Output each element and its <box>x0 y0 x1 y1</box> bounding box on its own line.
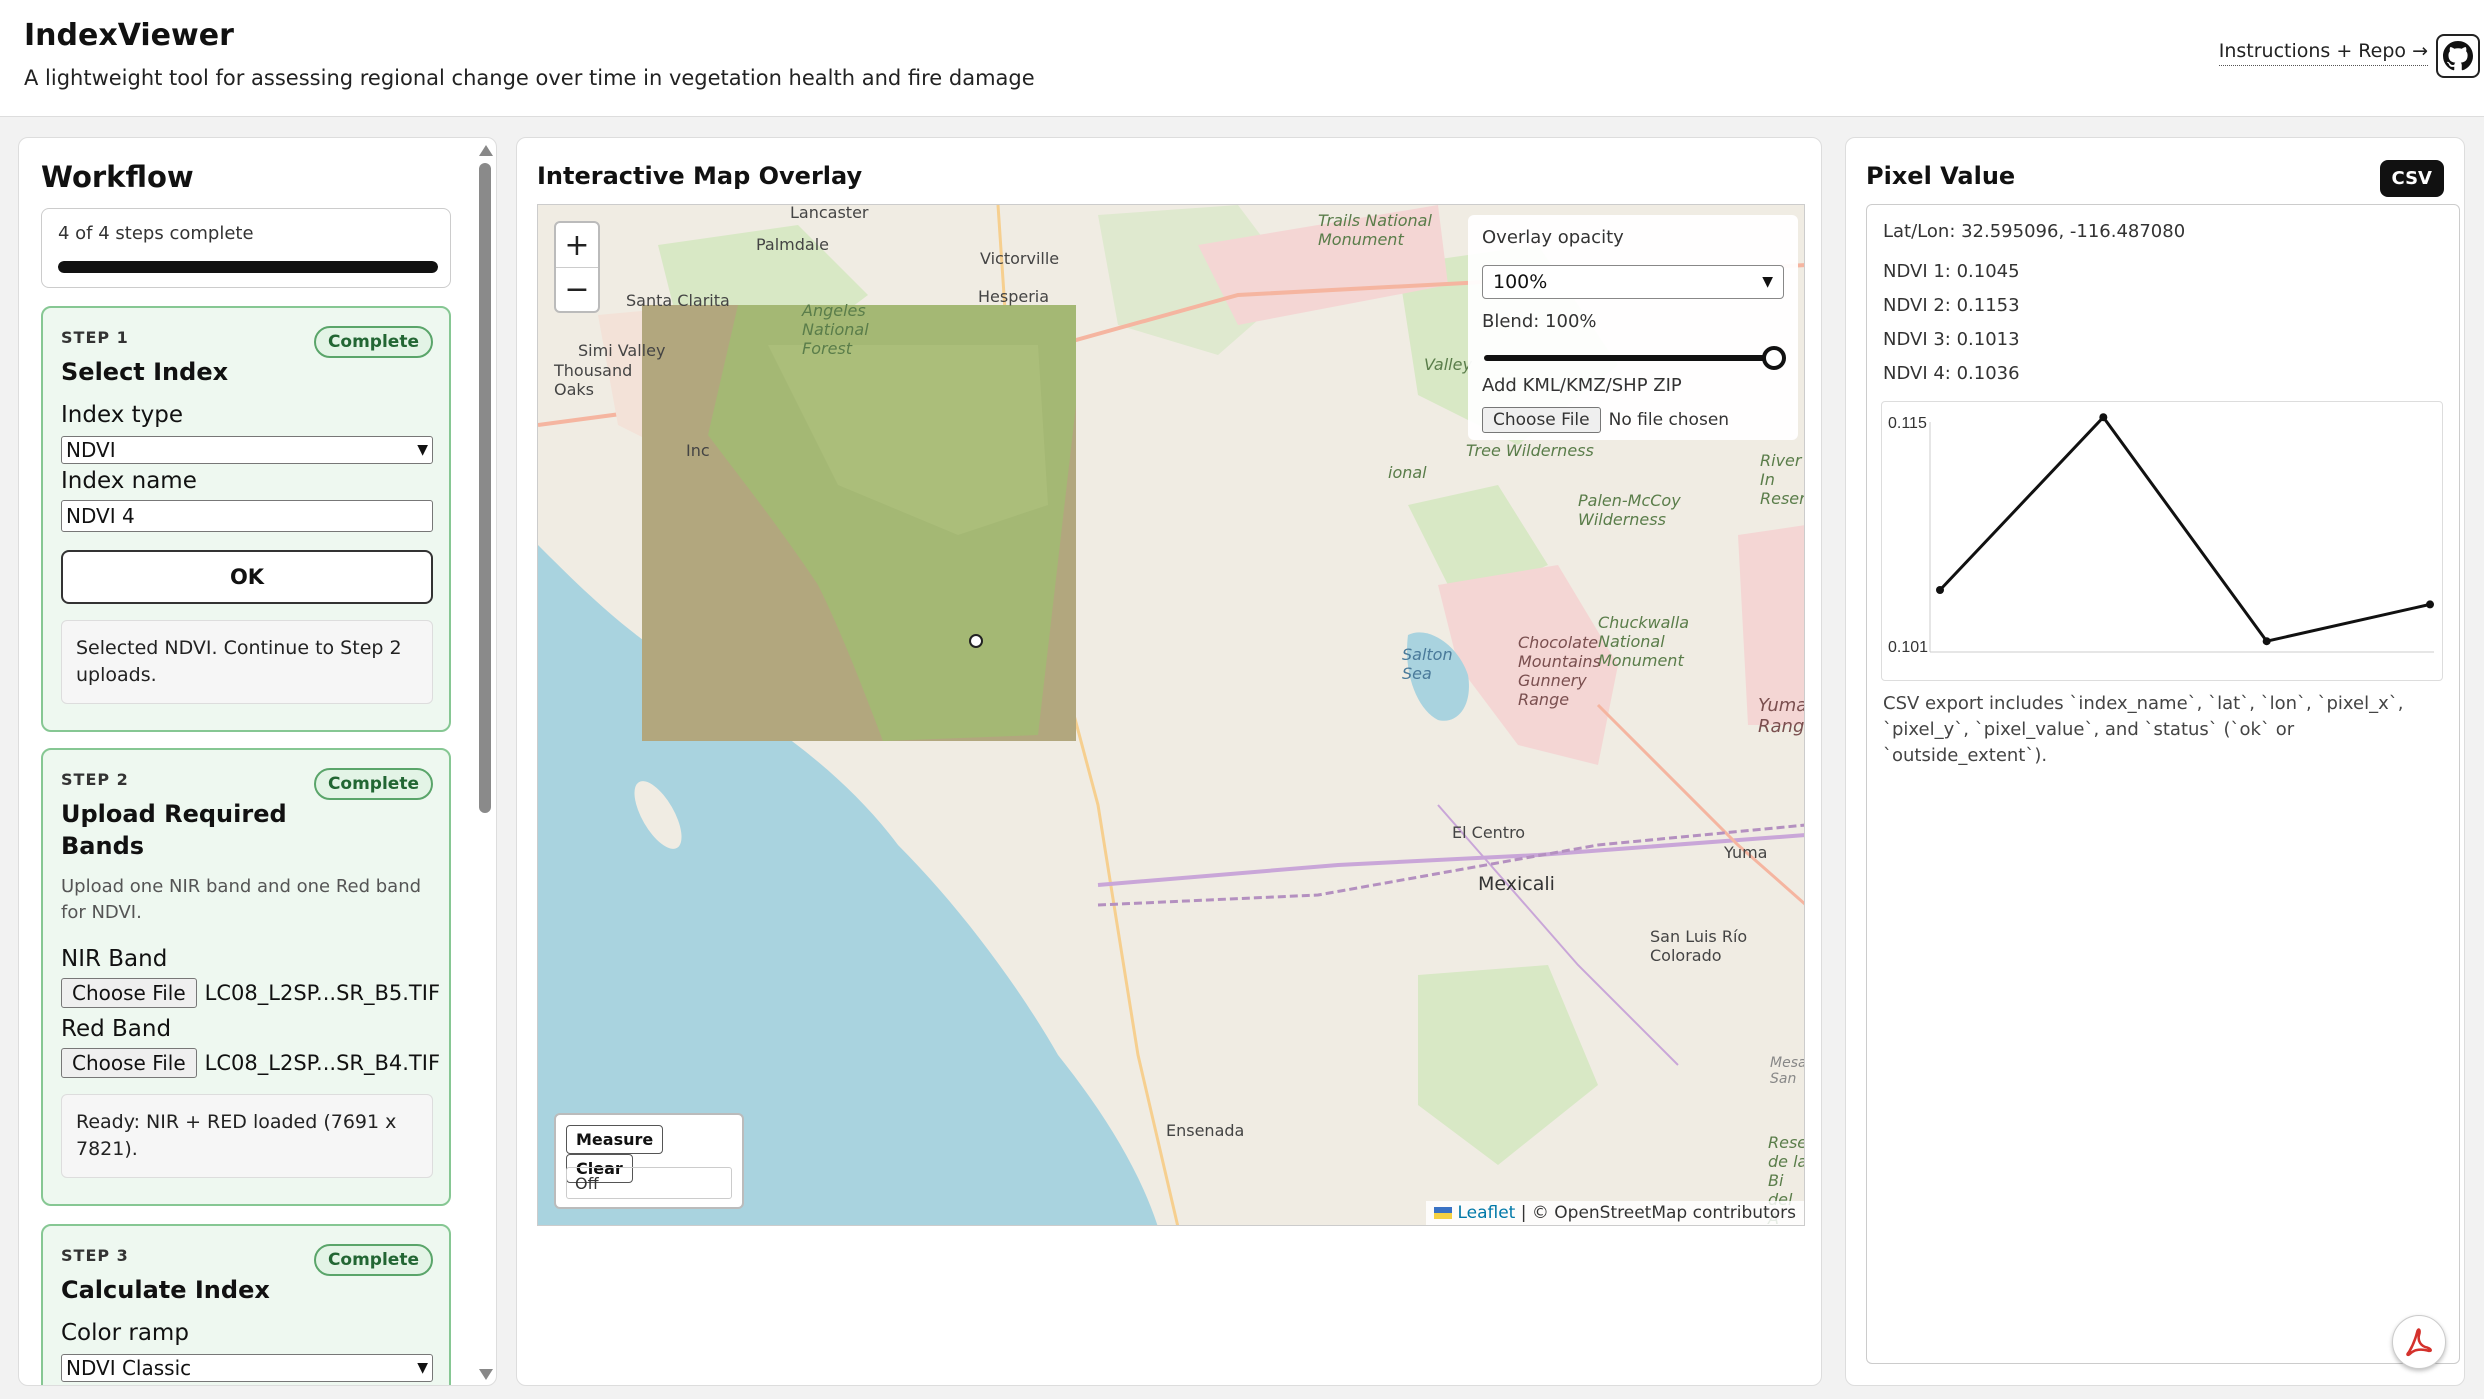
overlay-opacity-value: 100% <box>1493 271 1548 293</box>
ndvi-value: NDVI 1: 0.1045 <box>1883 261 2020 282</box>
color-ramp-select[interactable]: NDVI Classic ▼ <box>61 1354 433 1382</box>
zoom-out-button[interactable]: − <box>556 267 598 311</box>
red-choose-file-button[interactable]: Choose File <box>61 1048 197 1078</box>
progress-text: 4 of 4 steps complete <box>58 223 254 244</box>
color-ramp-label: Color ramp <box>61 1320 189 1346</box>
zoom-controls: + − <box>554 221 600 313</box>
status-badge: Complete <box>313 1244 433 1276</box>
instructions-repo-link[interactable]: Instructions + Repo → <box>2218 40 2428 66</box>
map-view[interactable]: Lancaster Palmdale Victorville Hesperia … <box>537 204 1805 1226</box>
measure-controls: Measure Clear Off <box>554 1113 744 1209</box>
workflow-panel: Workflow 4 of 4 steps complete STEP 1 Co… <box>18 137 497 1386</box>
scroll-thumb[interactable] <box>479 163 491 813</box>
blend-label: Blend: 100% <box>1482 311 1597 332</box>
blend-slider-thumb[interactable] <box>1762 346 1786 370</box>
red-file-row: Choose File LC08_L2SP...SR_B4.TIF <box>61 1048 440 1078</box>
workflow-scrollbar[interactable] <box>474 141 496 1386</box>
ndvi-chart-svg: 0.115 0.101 <box>1888 413 2434 656</box>
color-ramp-value: NDVI Classic <box>66 1356 192 1380</box>
ndvi-chart: 0.115 0.101 <box>1881 401 2443 681</box>
overlay-opacity-label: Overlay opacity <box>1482 227 1624 248</box>
data-point <box>2262 637 2271 646</box>
ndvi-value: NDVI 3: 0.1013 <box>1883 329 2020 350</box>
index-name-label: Index name <box>61 468 197 494</box>
nir-band-label: NIR Band <box>61 946 168 972</box>
data-point <box>2426 600 2434 609</box>
series-line <box>1938 414 2431 643</box>
chevron-down-icon: ▼ <box>1762 274 1773 290</box>
nir-file-row: Choose File LC08_L2SP...SR_B5.TIF <box>61 978 440 1008</box>
progress-bar <box>58 261 438 273</box>
data-point <box>1936 586 1944 594</box>
kml-file-row: Choose File No file chosen <box>1482 407 1729 433</box>
map-title: Interactive Map Overlay <box>537 162 863 190</box>
step-2-card: STEP 2 Complete Upload Required Bands Up… <box>41 748 451 1206</box>
leaflet-link[interactable]: Leaflet <box>1457 1203 1515 1223</box>
overlay-controls: Overlay opacity 100% ▼ Blend: 100% Add K… <box>1468 215 1798 440</box>
osm-attribution: | © OpenStreetMap contributors <box>1520 1203 1796 1223</box>
scroll-down-arrow-icon[interactable] <box>479 1369 493 1380</box>
step-label: STEP 1 <box>61 328 129 347</box>
step-title: Select Index <box>61 358 229 386</box>
progress-fill <box>58 261 438 273</box>
red-file-name: LC08_L2SP...SR_B4.TIF <box>204 1051 441 1075</box>
index-type-label: Index type <box>61 402 184 428</box>
red-band-label: Red Band <box>61 1016 172 1042</box>
step-title: Calculate Index <box>61 1276 270 1304</box>
index-type-value: NDVI <box>66 438 116 462</box>
data-point <box>2099 413 2108 422</box>
zoom-in-button[interactable]: + <box>556 223 598 267</box>
ndvi-value: NDVI 4: 0.1036 <box>1883 363 2020 384</box>
github-icon <box>2443 41 2473 71</box>
status-badge: Complete <box>313 326 433 358</box>
step-note: Ready: NIR + RED loaded (7691 x 7821). <box>61 1094 433 1178</box>
pixel-marker[interactable] <box>969 634 983 648</box>
y-tick-label: 0.101 <box>1888 639 1928 656</box>
step-label: STEP 3 <box>61 1246 129 1265</box>
chevron-down-icon: ▼ <box>417 442 428 458</box>
csv-export-note: CSV export includes `index_name`, `lat`,… <box>1883 693 2404 766</box>
ndvi-value: NDVI 2: 0.1153 <box>1883 295 2020 316</box>
pixel-value-box: Lat/Lon: 32.595096, -116.487080 NDVI 1: … <box>1866 204 2460 1364</box>
app-subtitle: A lightweight tool for assessing regiona… <box>24 66 1035 90</box>
step-description: Upload one NIR band and one Red band for… <box>61 876 422 923</box>
step-note: Selected NDVI. Continue to Step 2 upload… <box>61 620 433 704</box>
step-title: Upload Required Bands <box>61 800 287 860</box>
csv-export-button[interactable]: CSV <box>2379 160 2444 197</box>
blend-slider-track[interactable] <box>1484 355 1782 361</box>
latlon-readout: Lat/Lon: 32.595096, -116.487080 <box>1883 221 2186 242</box>
pdf-export-button[interactable] <box>2392 1315 2446 1369</box>
measure-button[interactable]: Measure <box>566 1125 664 1154</box>
index-type-select[interactable]: NDVI ▼ <box>61 436 433 464</box>
step-3-card: STEP 3 Complete Calculate Index Color ra… <box>41 1224 451 1385</box>
y-tick-label: 0.115 <box>1888 415 1927 432</box>
measure-status: Off <box>566 1167 732 1199</box>
step-1-card: STEP 1 Complete Select Index Index type … <box>41 306 451 732</box>
index-name-input[interactable]: NDVI 4 <box>61 500 433 532</box>
ok-button[interactable]: OK <box>61 550 433 604</box>
map-panel: Interactive Map Overlay Lancaster Palmda… <box>516 137 1822 1386</box>
kml-choose-file-button[interactable]: Choose File <box>1482 407 1601 433</box>
overlay-opacity-select[interactable]: 100% ▼ <box>1482 265 1784 299</box>
ukraine-flag-icon <box>1434 1207 1453 1219</box>
chevron-down-icon: ▼ <box>417 1360 428 1376</box>
scroll-up-arrow-icon[interactable] <box>479 145 493 156</box>
map-attribution: Leaflet | © OpenStreetMap contributors <box>1426 1201 1804 1225</box>
kml-upload-label: Add KML/KMZ/SHP ZIP <box>1482 375 1682 396</box>
kml-file-status: No file chosen <box>1608 410 1730 430</box>
workflow-title: Workflow <box>41 160 194 194</box>
nir-choose-file-button[interactable]: Choose File <box>61 978 197 1008</box>
nir-file-name: LC08_L2SP...SR_B5.TIF <box>204 981 441 1005</box>
progress-box: 4 of 4 steps complete <box>41 208 451 288</box>
status-badge: Complete <box>313 768 433 800</box>
pixel-value-panel: Pixel Value CSV Lat/Lon: 32.595096, -116… <box>1845 137 2465 1386</box>
app-title: IndexViewer <box>24 18 234 53</box>
step-label: STEP 2 <box>61 770 129 789</box>
pdf-icon <box>2406 1328 2432 1357</box>
app-header: IndexViewer A lightweight tool for asses… <box>0 0 2484 117</box>
pixel-value-title: Pixel Value <box>1866 162 2016 190</box>
github-button[interactable] <box>2436 34 2480 78</box>
